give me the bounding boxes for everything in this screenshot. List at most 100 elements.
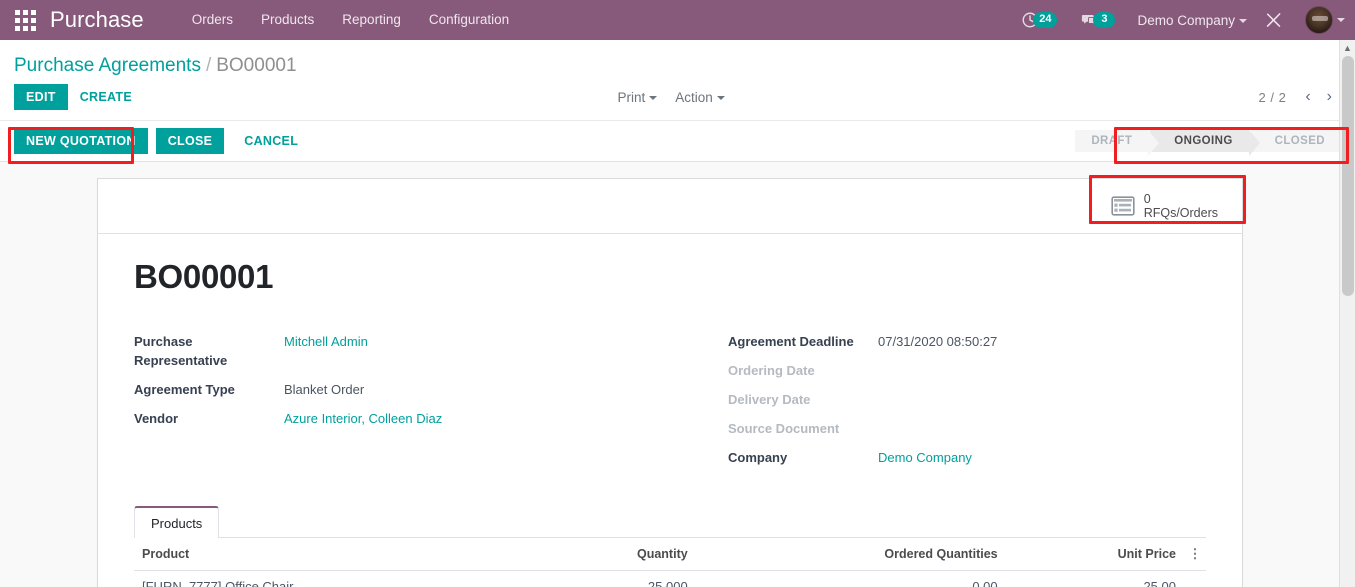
notebook: Products Product Quantity Ordered Quanti… bbox=[134, 505, 1206, 587]
table-header-row: Product Quantity Ordered Quantities Unit… bbox=[134, 538, 1206, 571]
rfqs-orders-count: 0 bbox=[1143, 192, 1151, 206]
developer-tools-button[interactable] bbox=[1253, 0, 1295, 40]
scroll-up-arrow-icon[interactable]: ▲ bbox=[1340, 40, 1355, 56]
field-label-purchase-representative: Purchase Representative bbox=[134, 334, 228, 368]
field-value-agreement-type[interactable]: Blanket Order bbox=[284, 380, 364, 399]
control-panel-buttons: EDIT CREATE Print Action 2 / 2 ‹ › bbox=[0, 84, 1355, 120]
field-value-company[interactable]: Demo Company bbox=[878, 448, 972, 467]
column-header-quantity[interactable]: Quantity bbox=[535, 538, 696, 571]
field-label-company: Company bbox=[728, 450, 788, 465]
smart-button-bar: 0 RFQs/Orders bbox=[98, 179, 1242, 234]
control-panel-dropdowns: Print Action bbox=[618, 90, 725, 105]
field-vendor: Vendor Azure Interior, Colleen Diaz bbox=[134, 409, 670, 428]
cancel-button[interactable]: CANCEL bbox=[232, 128, 310, 154]
app-brand-title[interactable]: Purchase bbox=[50, 7, 144, 33]
field-label-vendor: Vendor bbox=[134, 411, 179, 426]
field-delivery-date: Delivery Date bbox=[728, 390, 1206, 409]
cell-product[interactable]: [FURN_7777] Office Chair bbox=[134, 570, 536, 587]
form-fields-left-column: Purchase Representative Mitchell Admin A… bbox=[134, 332, 670, 477]
navbar-right-tools: 24 3 Demo Company bbox=[1009, 0, 1345, 40]
tab-products[interactable]: Products bbox=[134, 506, 220, 538]
form-body: BO00001 Purchase Representative Mitchell… bbox=[98, 234, 1242, 587]
action-dropdown-label: Action bbox=[675, 89, 713, 105]
purchase-agreement-form-page: Purchase Orders Products Reporting Confi… bbox=[0, 0, 1355, 587]
chevron-down-icon bbox=[716, 95, 725, 100]
form-fields: Purchase Representative Mitchell Admin A… bbox=[134, 332, 1206, 477]
new-quotation-button[interactable]: NEW QUOTATION bbox=[14, 128, 148, 154]
cell-ordered-quantities[interactable]: 0.00 bbox=[695, 570, 1006, 587]
pager-value: 2 / 2 bbox=[1258, 89, 1287, 105]
page-title: BO00001 bbox=[134, 258, 274, 295]
field-value-purchase-representative[interactable]: Mitchell Admin bbox=[284, 332, 368, 351]
list-alt-icon bbox=[1111, 196, 1135, 216]
field-label-source-document: Source Document bbox=[728, 421, 840, 436]
scrollbar-thumb[interactable] bbox=[1342, 56, 1354, 296]
menu-item-orders[interactable]: Orders bbox=[178, 0, 247, 40]
print-dropdown[interactable]: Print bbox=[618, 90, 658, 105]
create-button[interactable]: CREATE bbox=[68, 84, 144, 110]
pager-previous-button[interactable]: ‹ bbox=[1298, 87, 1317, 107]
messaging-menu-button[interactable]: 3 bbox=[1069, 0, 1127, 40]
cell-quantity[interactable]: 25.000 bbox=[535, 570, 696, 587]
user-menu-chevron-down-icon[interactable] bbox=[1337, 18, 1345, 22]
field-purchase-representative: Purchase Representative Mitchell Admin bbox=[134, 332, 670, 370]
field-agreement-deadline: Agreement Deadline 07/31/2020 08:50:27 bbox=[728, 332, 1206, 351]
cell-unit-price[interactable]: 25.00 bbox=[1005, 570, 1184, 587]
status-pipeline: DRAFT ONGOING CLOSED bbox=[1075, 130, 1341, 156]
chevron-down-icon bbox=[1239, 18, 1247, 23]
breadcrumb-separator: / bbox=[205, 55, 212, 76]
close-button[interactable]: CLOSE bbox=[155, 128, 225, 154]
column-header-product[interactable]: Product bbox=[134, 538, 536, 571]
menu-item-configuration[interactable]: Configuration bbox=[415, 0, 523, 40]
edit-button[interactable]: EDIT bbox=[14, 84, 68, 110]
smart-button-text: 0 RFQs/Orders bbox=[1144, 192, 1218, 220]
status-step-draft[interactable]: DRAFT bbox=[1075, 130, 1160, 156]
chevron-down-icon bbox=[649, 95, 658, 100]
field-company: Company Demo Company bbox=[728, 448, 1206, 467]
pager-next-button[interactable]: › bbox=[1320, 87, 1339, 107]
top-navbar: Purchase Orders Products Reporting Confi… bbox=[0, 0, 1355, 40]
cell-row-options bbox=[1184, 570, 1206, 587]
menu-item-products[interactable]: Products bbox=[247, 0, 328, 40]
main-menu: Orders Products Reporting Configuration bbox=[178, 0, 523, 40]
column-header-unit-price[interactable]: Unit Price bbox=[1005, 538, 1184, 571]
action-dropdown[interactable]: Action bbox=[675, 90, 725, 105]
company-switcher-label: Demo Company bbox=[1137, 12, 1235, 28]
field-label-ordering-date: Ordering Date bbox=[728, 363, 815, 378]
vertical-scrollbar[interactable]: ▲ bbox=[1339, 40, 1355, 587]
pager: 2 / 2 ‹ › bbox=[1259, 87, 1339, 107]
form-sheet: 0 RFQs/Orders BO00001 Purchase Represent… bbox=[97, 178, 1243, 587]
status-step-ongoing[interactable]: ONGOING bbox=[1150, 130, 1261, 156]
product-lines-table: Product Quantity Ordered Quantities Unit… bbox=[134, 538, 1206, 587]
optional-columns-button[interactable]: ⋮ bbox=[1184, 538, 1206, 571]
menu-item-reporting[interactable]: Reporting bbox=[328, 0, 415, 40]
product-lines-body: [FURN_7777] Office Chair 25.000 0.00 25.… bbox=[134, 570, 1206, 587]
field-label-delivery-date: Delivery Date bbox=[728, 392, 811, 407]
breadcrumb-parent-link[interactable]: Purchase Agreements bbox=[14, 55, 201, 76]
control-panel: Purchase Agreements / BO00001 EDIT CREATE … bbox=[0, 40, 1355, 121]
message-count-badge: 3 bbox=[1093, 12, 1116, 28]
form-fields-right-column: Agreement Deadline 07/31/2020 08:50:27 O… bbox=[670, 332, 1206, 477]
print-dropdown-label: Print bbox=[617, 89, 646, 105]
rfqs-orders-smart-button[interactable]: 0 RFQs/Orders bbox=[1097, 184, 1232, 228]
activity-count-badge: 24 bbox=[1033, 12, 1058, 28]
vertical-dots-icon: ⋮ bbox=[1188, 546, 1202, 561]
column-header-ordered-quantities[interactable]: Ordered Quantities bbox=[695, 538, 1006, 571]
rfqs-orders-label: RFQs/Orders bbox=[1143, 206, 1218, 220]
table-row[interactable]: [FURN_7777] Office Chair 25.000 0.00 25.… bbox=[134, 570, 1206, 587]
product-lines-header: Product Quantity Ordered Quantities Unit… bbox=[134, 538, 1206, 571]
field-source-document: Source Document bbox=[728, 419, 1206, 438]
breadcrumb-current: BO00001 bbox=[216, 55, 297, 76]
sheet-container: 0 RFQs/Orders BO00001 Purchase Represent… bbox=[0, 162, 1355, 587]
workflow-buttons: NEW QUOTATION CLOSE CANCEL bbox=[14, 128, 310, 154]
company-switcher[interactable]: Demo Company bbox=[1127, 13, 1253, 28]
field-value-agreement-deadline[interactable]: 07/31/2020 08:50:27 bbox=[878, 332, 997, 351]
field-ordering-date: Ordering Date bbox=[728, 361, 1206, 380]
statusbar-row: NEW QUOTATION CLOSE CANCEL DRAFT ONGOING… bbox=[0, 121, 1355, 162]
field-label-agreement-type: Agreement Type bbox=[134, 382, 235, 397]
field-value-vendor[interactable]: Azure Interior, Colleen Diaz bbox=[284, 409, 442, 428]
avatar[interactable] bbox=[1305, 6, 1333, 34]
apps-grid-icon[interactable] bbox=[12, 7, 38, 33]
status-step-closed[interactable]: CLOSED bbox=[1250, 130, 1341, 152]
activity-menu-button[interactable]: 24 bbox=[1009, 0, 1069, 40]
